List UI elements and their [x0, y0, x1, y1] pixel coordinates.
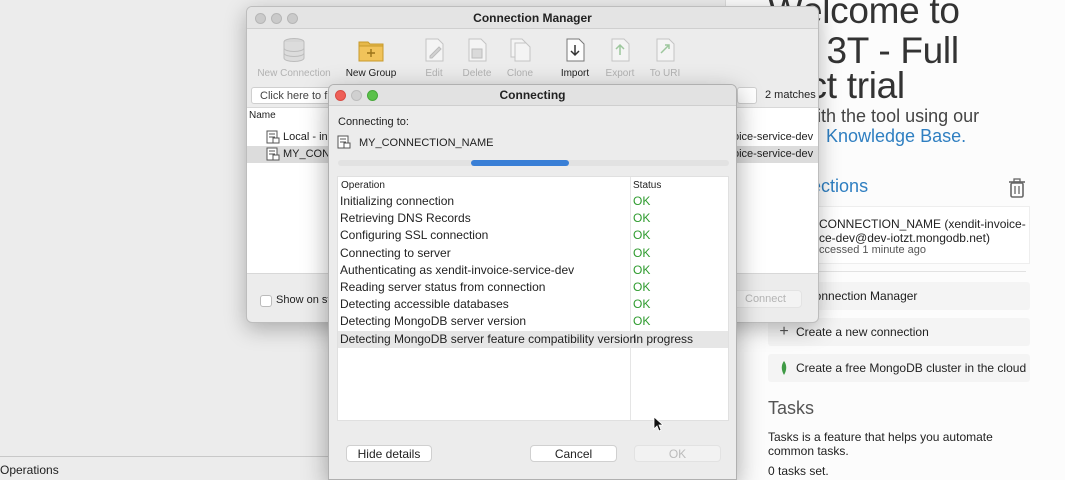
- delete-label: Delete: [462, 68, 492, 79]
- trash-icon[interactable]: [1008, 178, 1026, 198]
- operation-row: Initializing connection OK: [338, 193, 728, 210]
- connection-name: MY_CON: [283, 148, 331, 160]
- tasks-heading: Tasks: [768, 398, 815, 418]
- hide-details-button[interactable]: Hide details: [346, 445, 432, 462]
- operation-name: Initializing connection: [340, 194, 455, 208]
- column-header-operation: Operation: [341, 180, 385, 191]
- create-cluster-label: Create a free MongoDB cluster in the clo…: [796, 361, 1027, 375]
- server-icon: [337, 135, 351, 149]
- new-group-button[interactable]: New Group: [343, 37, 399, 83]
- dialog-title: Connecting: [499, 88, 566, 102]
- plus-icon: +: [779, 323, 789, 340]
- clone-label: Clone: [506, 68, 534, 79]
- operation-row: Detecting MongoDB server version OK: [338, 313, 728, 330]
- progress-fill: [470, 160, 569, 166]
- edit-label: Edit: [425, 68, 443, 79]
- operation-status: OK: [633, 314, 651, 329]
- operation-row: Authenticating as xendit-invoice-service…: [338, 262, 728, 279]
- export-label: Export: [605, 68, 635, 79]
- recent-connection-accessed: ccessed 1 minute ago: [819, 244, 927, 256]
- tasks-count: 0 tasks set.: [768, 464, 829, 478]
- operation-row: Connecting to server OK: [338, 245, 728, 262]
- new-group-label: New Group: [345, 68, 397, 79]
- mongodb-leaf-icon: [776, 360, 792, 376]
- operation-name: Authenticating as xendit-invoice-service…: [340, 262, 575, 277]
- operation-status: OK: [633, 194, 651, 208]
- import-button[interactable]: Import: [557, 37, 593, 83]
- database-icon: [283, 38, 305, 63]
- delete-button[interactable]: Delete: [460, 37, 494, 83]
- recent-connection-name: CONNECTION_NAME (xendit-invoice- ce-dev@…: [819, 217, 1027, 245]
- operation-status: OK: [633, 245, 651, 260]
- connect-button[interactable]: Connect: [729, 290, 802, 308]
- operation-row: Reading server status from connection OK: [338, 279, 728, 296]
- create-cluster-button[interactable]: Create a free MongoDB cluster in the clo…: [768, 354, 1030, 382]
- tasks-description: Tasks is a feature that helps you automa…: [768, 430, 993, 458]
- recent-connection-name-line2: ce-dev@dev-iotzt.mongodb.net): [819, 231, 990, 245]
- operation-row: Detecting MongoDB server feature compati…: [338, 330, 728, 348]
- connection-db: oice-service-dev: [733, 148, 814, 160]
- export-button[interactable]: Export: [603, 37, 637, 83]
- new-connection-label: New Connection: [257, 68, 331, 79]
- operation-name: Configuring SSL connection: [340, 228, 489, 243]
- operations-table: Operation Status Initializing connection…: [337, 176, 729, 421]
- connecting-titlebar[interactable]: Connecting: [329, 85, 736, 106]
- folder-icon: [358, 41, 384, 62]
- column-header-name[interactable]: Name: [249, 110, 276, 121]
- matches-count: 2 matches: [765, 89, 816, 101]
- import-icon: [566, 38, 585, 62]
- window-title: Connection Manager: [473, 11, 592, 25]
- to-uri-button[interactable]: To URI: [647, 37, 683, 83]
- connection-progress-bar: [338, 160, 729, 166]
- connection-name: Local - in: [283, 131, 328, 143]
- operation-name: Connecting to server: [340, 245, 451, 260]
- operation-status: OK: [633, 297, 651, 312]
- connection-name: MY_CONNECTION_NAME: [359, 137, 494, 149]
- operation-status: OK: [633, 211, 651, 226]
- show-on-startup-label: Show on st: [276, 294, 331, 306]
- filter-field-end[interactable]: [737, 87, 757, 104]
- server-icon: [266, 130, 280, 144]
- clone-doc-icon: [510, 38, 531, 62]
- to-uri-label: To URI: [649, 68, 681, 79]
- operation-status: In progress: [633, 331, 694, 346]
- operation-name: Detecting MongoDB server version: [340, 314, 527, 329]
- operation-row: Detecting accessible databases OK: [338, 296, 728, 313]
- operations-label: Operations: [0, 463, 59, 477]
- recent-connection-name-line1: CONNECTION_NAME (xendit-invoice-: [819, 217, 1026, 231]
- connecting-to-label: Connecting to:: [338, 116, 409, 128]
- new-connection-button[interactable]: New Connection: [257, 37, 331, 83]
- uri-icon: [656, 38, 675, 62]
- operation-row: Configuring SSL connection OK: [338, 227, 728, 244]
- edit-button[interactable]: Edit: [419, 37, 449, 83]
- delete-doc-icon: [468, 38, 487, 62]
- operation-row: Retrieving DNS Records OK: [338, 210, 728, 227]
- connecting-dialog: Connecting Connecting to: MY_CONNECTION_…: [328, 84, 737, 480]
- export-icon: [611, 38, 630, 62]
- cancel-button[interactable]: Cancel: [530, 445, 617, 462]
- ok-button[interactable]: OK: [634, 445, 721, 462]
- import-label: Import: [560, 68, 590, 79]
- create-connection-label: Create a new connection: [796, 325, 929, 339]
- show-on-startup-checkbox[interactable]: [260, 295, 272, 307]
- knowledge-base-link[interactable]: Knowledge Base.: [826, 126, 966, 147]
- operation-name: Retrieving DNS Records: [340, 211, 471, 226]
- server-icon: [266, 147, 280, 161]
- operation-status: OK: [633, 262, 651, 277]
- operation-name: Detecting MongoDB server feature compati…: [340, 331, 637, 346]
- operation-name: Detecting accessible databases: [340, 297, 509, 312]
- operation-status: OK: [633, 228, 651, 243]
- operation-status: OK: [633, 280, 651, 294]
- connection-db: oice-service-dev: [733, 131, 814, 143]
- connection-manager-titlebar[interactable]: Connection Manager: [247, 7, 818, 29]
- column-header-status: Status: [633, 180, 662, 191]
- clone-button[interactable]: Clone: [504, 37, 536, 83]
- connection-manager-toolbar: New Connection New Group Edit Delete Clo…: [247, 29, 818, 85]
- edit-doc-icon: [425, 38, 444, 62]
- operation-name: Reading server status from connection: [340, 280, 546, 294]
- mouse-cursor-icon: [653, 416, 663, 432]
